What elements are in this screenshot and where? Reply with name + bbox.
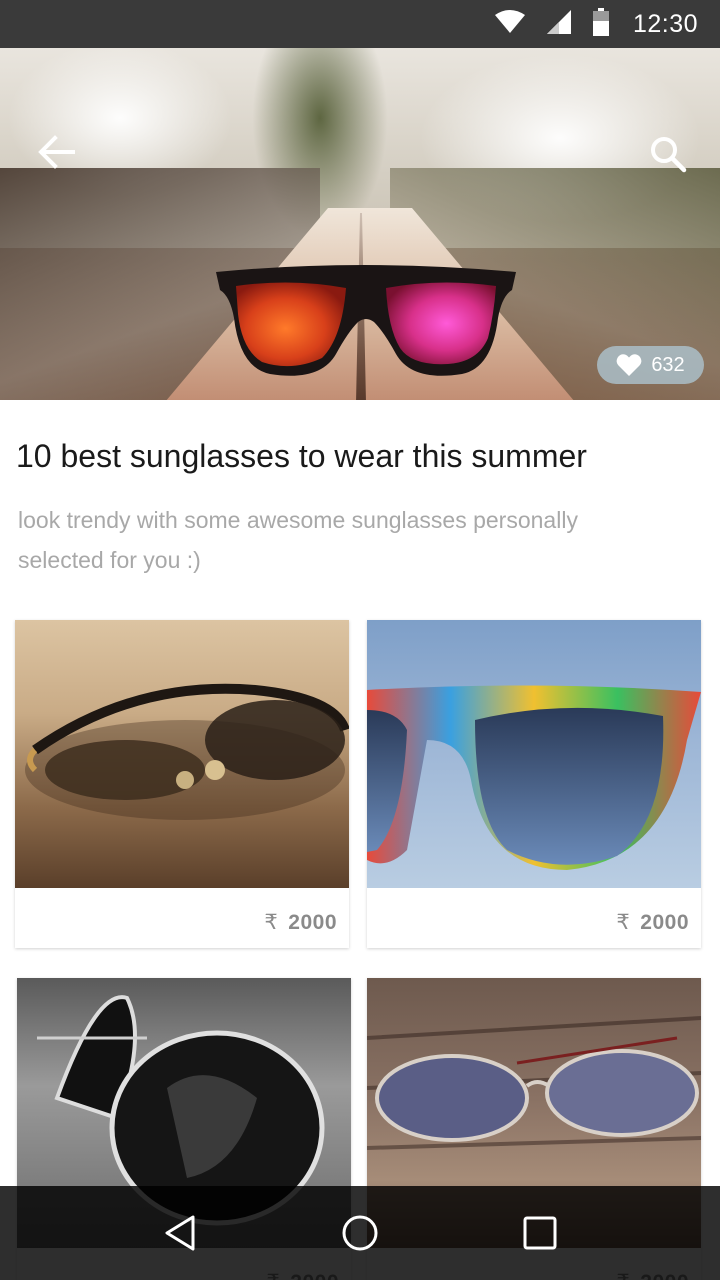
signal-icon xyxy=(546,9,571,39)
battery-icon xyxy=(592,7,609,41)
article-title: 10 best sunglasses to wear this summer xyxy=(16,438,587,474)
nav-recents-button[interactable] xyxy=(510,1203,570,1263)
heart-icon xyxy=(616,354,642,376)
product-card[interactable]: ₹2000 xyxy=(367,620,701,948)
recents-square-icon xyxy=(523,1216,557,1250)
back-button[interactable] xyxy=(34,130,78,174)
likes-count: 632 xyxy=(651,353,685,376)
status-time: 12:30 xyxy=(632,9,698,38)
back-triangle-icon xyxy=(165,1215,195,1251)
product-image xyxy=(15,620,349,888)
product-price: ₹2000 xyxy=(616,911,689,934)
product-price: ₹2000 xyxy=(264,911,337,934)
arrow-back-icon xyxy=(38,135,75,169)
search-button[interactable] xyxy=(646,132,690,176)
sunglasses-photo xyxy=(216,265,516,376)
nav-back-button[interactable] xyxy=(150,1203,210,1263)
nav-home-button[interactable] xyxy=(330,1203,390,1263)
like-button[interactable]: 632 xyxy=(597,346,704,384)
product-card[interactable]: ₹2000 xyxy=(15,620,349,948)
product-image xyxy=(367,620,701,888)
navigation-bar xyxy=(0,1186,720,1280)
article-subtitle: look trendy with some awesome sunglasses… xyxy=(18,507,578,573)
wifi-icon xyxy=(494,9,525,39)
home-circle-icon xyxy=(342,1215,378,1251)
search-icon xyxy=(651,137,687,173)
status-bar: 12:30 xyxy=(0,0,720,48)
